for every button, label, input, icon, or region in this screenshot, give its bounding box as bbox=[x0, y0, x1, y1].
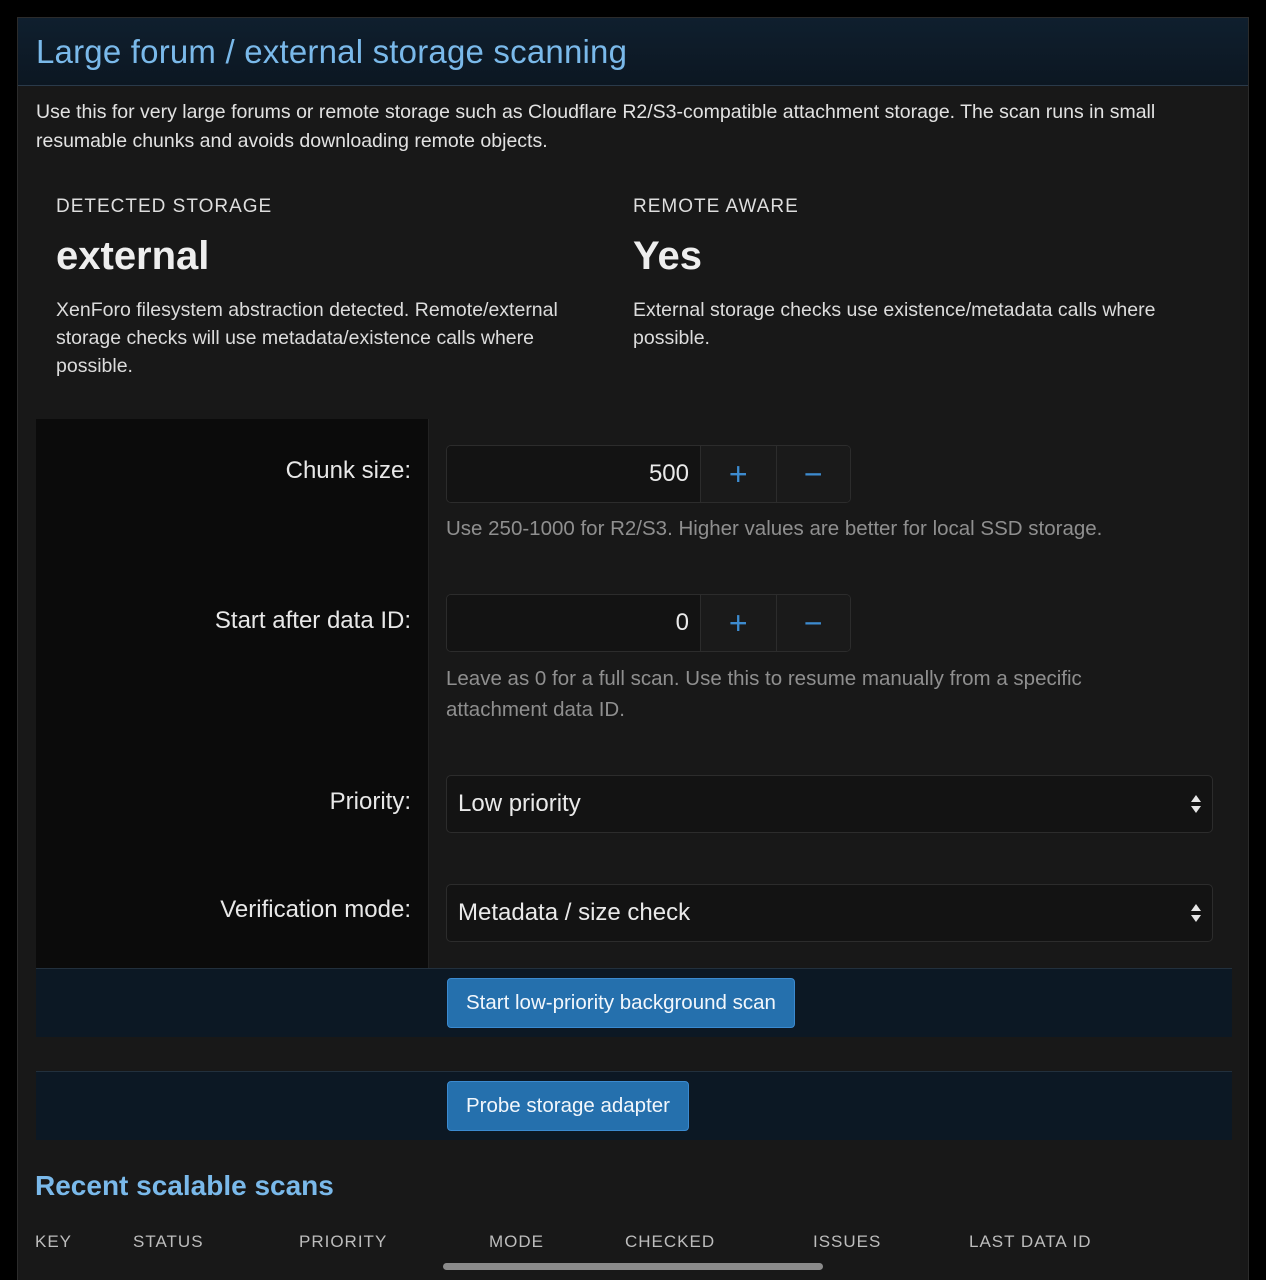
verification-mode-select[interactable]: Metadata / size check bbox=[446, 884, 1213, 942]
stat-value: Yes bbox=[633, 234, 702, 278]
stat-label: DETECTED STORAGE bbox=[56, 196, 273, 217]
stat-description: XenForo filesystem abstraction detected.… bbox=[56, 299, 558, 377]
select-arrows-icon bbox=[1191, 904, 1201, 922]
chunk-size-label: Chunk size: bbox=[285, 457, 411, 484]
start-scan-button[interactable]: Start low-priority background scan bbox=[447, 978, 795, 1028]
form-inputs-column: + − Use 250-1000 for R2/S3. Higher value… bbox=[429, 419, 1232, 968]
chunk-size-input[interactable] bbox=[447, 446, 701, 502]
verification-selected-value: Metadata / size check bbox=[458, 899, 691, 926]
panel-title: Large forum / external storage scanning bbox=[36, 32, 628, 70]
start-after-input[interactable] bbox=[447, 595, 701, 651]
recent-scans-table-header: KEY STATUS PRIORITY MODE CHECKED ISSUES … bbox=[35, 1232, 1092, 1252]
start-after-hint: Leave as 0 for a full scan. Use this to … bbox=[446, 667, 1082, 721]
column-header: KEY bbox=[35, 1232, 73, 1251]
minus-icon: − bbox=[803, 455, 823, 492]
large-forum-scan-panel: Large forum / external storage scanning … bbox=[17, 17, 1249, 1280]
column-header: LAST DATA ID bbox=[969, 1232, 1092, 1251]
chunk-size-increment-button[interactable]: + bbox=[701, 446, 776, 502]
stat-value: external bbox=[56, 234, 210, 278]
select-arrows-icon bbox=[1191, 795, 1201, 813]
start-after-increment-button[interactable]: + bbox=[701, 595, 776, 651]
stat-remote-aware: REMOTE AWARE Yes External storage checks… bbox=[633, 196, 1210, 426]
stat-detected-storage: DETECTED STORAGE external XenForo filesy… bbox=[56, 196, 633, 426]
start-after-decrement-button[interactable]: − bbox=[775, 595, 850, 651]
column-header: ISSUES bbox=[813, 1232, 882, 1251]
plus-icon: + bbox=[728, 455, 748, 492]
plus-icon: + bbox=[728, 604, 748, 641]
column-header: CHECKED bbox=[625, 1232, 716, 1251]
start-after-stepper: + − bbox=[446, 594, 851, 652]
chunk-size-hint: Use 250-1000 for R2/S3. Higher values ar… bbox=[446, 517, 1103, 540]
form-labels-column: Chunk size: Start after data ID: Priorit… bbox=[36, 419, 429, 968]
column-header: PRIORITY bbox=[299, 1232, 388, 1251]
start-after-label: Start after data ID: bbox=[214, 607, 411, 634]
horizontal-scrollbar[interactable] bbox=[443, 1263, 823, 1270]
priority-select[interactable]: Low priority bbox=[446, 775, 1213, 833]
probe-storage-button[interactable]: Probe storage adapter bbox=[447, 1081, 689, 1131]
panel-intro: Use this for very large forums or remote… bbox=[36, 101, 1156, 152]
scan-form: Chunk size: Start after data ID: Priorit… bbox=[36, 419, 1232, 1140]
priority-selected-value: Low priority bbox=[458, 790, 581, 817]
panel-header: Large forum / external storage scanning bbox=[18, 18, 1248, 86]
start-scan-submit-row: Start low-priority background scan bbox=[36, 968, 1232, 1037]
verification-mode-label: Verification mode: bbox=[220, 896, 411, 923]
chunk-size-stepper: + − bbox=[446, 445, 851, 503]
form-rows: Chunk size: Start after data ID: Priorit… bbox=[36, 419, 1232, 968]
priority-label: Priority: bbox=[329, 788, 411, 815]
storage-stats: DETECTED STORAGE external XenForo filesy… bbox=[18, 196, 1248, 426]
stat-label: REMOTE AWARE bbox=[633, 196, 799, 217]
column-header: STATUS bbox=[133, 1232, 204, 1251]
minus-icon: − bbox=[803, 604, 823, 641]
recent-scans-title: Recent scalable scans bbox=[35, 1170, 334, 1201]
chunk-size-decrement-button[interactable]: − bbox=[775, 446, 850, 502]
stat-description: External storage checks use existence/me… bbox=[633, 299, 1156, 349]
column-header: MODE bbox=[489, 1232, 544, 1251]
probe-submit-row: Probe storage adapter bbox=[36, 1071, 1232, 1140]
